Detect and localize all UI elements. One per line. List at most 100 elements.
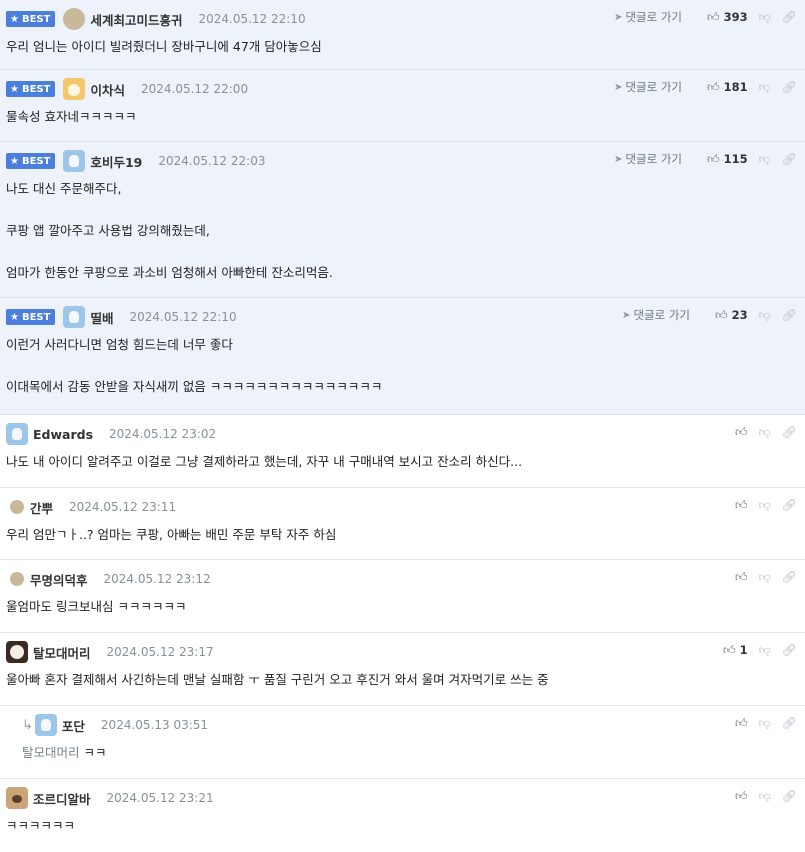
share-link-button[interactable]: 🔗︎	[782, 716, 797, 730]
timestamp: 2024.05.12 23:02	[109, 427, 217, 441]
timestamp: 2024.05.12 22:10	[198, 12, 306, 26]
goto-comment-link[interactable]: ➤ 댓글로 가기	[614, 151, 682, 167]
nickname[interactable]: Edwards	[33, 427, 93, 442]
nickname[interactable]: 탈모대머리	[33, 643, 91, 662]
thumbs-up-icon: 👍︎	[707, 151, 720, 166]
nickname[interactable]: 세계최고미드흥귀	[90, 10, 182, 29]
comment-text: ㅋㅋㅋㅋㅋㅋ	[6, 818, 76, 833]
like-button[interactable]: 👍︎	[735, 570, 748, 585]
nickname[interactable]: 조르디알바	[33, 789, 91, 808]
like-button[interactable]: 👍︎	[735, 425, 748, 440]
thumbs-up-icon: 👍︎	[707, 79, 720, 94]
avatar[interactable]	[6, 423, 28, 445]
thumbs-up-icon: 👍︎	[735, 497, 748, 512]
nickname[interactable]: 호비두19	[90, 152, 142, 171]
comment-item: ★ BEST 띨배 2024.05.12 22:10 ➤ 댓글로 가기 👍︎ 23 👎…	[0, 298, 805, 415]
location-arrow-icon: ➤	[614, 81, 623, 93]
link-icon: 🔗︎	[781, 789, 797, 803]
nickname[interactable]: 무명의덕후	[30, 570, 88, 589]
comment-text: 물속성 효자네ㅋㅋㅋㅋㅋ	[6, 109, 137, 124]
like-button[interactable]: 👍︎ 181	[707, 80, 748, 95]
comment-text: 우리 엄만ㄱㅏ..? 엄마는 쿠팡, 아빠는 배민 주문 부탁 자주 하심	[6, 527, 337, 542]
like-button[interactable]: 👍︎ 393	[707, 10, 748, 25]
thumbs-down-icon: 👎︎	[758, 151, 771, 166]
goto-comment-link[interactable]: ➤ 댓글로 가기	[622, 307, 690, 323]
goto-comment-link[interactable]: ➤ 댓글로 가기	[614, 79, 682, 95]
best-badge: ★ BEST	[6, 309, 56, 325]
dislike-button[interactable]: 👎︎	[759, 425, 771, 440]
comment-text: 울엄마도 링크보내심 ㅋㅋㅋㅋㅋㅋ	[6, 599, 187, 614]
share-link-button[interactable]: 🔗︎	[782, 152, 797, 166]
thumbs-up-icon: 👍︎	[723, 642, 736, 657]
share-link-button[interactable]: 🔗︎	[782, 643, 797, 657]
dislike-button[interactable]: 👎︎	[759, 716, 771, 731]
dislike-button[interactable]: 👎︎	[759, 643, 771, 658]
nickname[interactable]: 포단	[62, 716, 85, 735]
like-button[interactable]: 👍︎	[735, 716, 748, 731]
best-badge: ★ BEST	[6, 81, 56, 97]
dislike-button[interactable]: 👎︎	[759, 10, 771, 25]
thumbs-up-icon: 👍︎	[707, 9, 720, 24]
avatar[interactable]	[6, 787, 28, 809]
share-link-button[interactable]: 🔗︎	[782, 498, 797, 512]
avatar[interactable]	[10, 572, 24, 586]
like-button[interactable]: 👍︎ 23	[715, 308, 748, 323]
share-link-button[interactable]: 🔗︎	[782, 308, 797, 322]
avatar[interactable]	[63, 306, 86, 328]
avatar[interactable]	[34, 714, 57, 736]
nickname[interactable]: 이차식	[90, 80, 125, 99]
avatar[interactable]	[63, 8, 86, 30]
share-link-button[interactable]: 🔗︎	[782, 80, 797, 94]
reply-arrow-icon: ↳	[22, 717, 33, 733]
thumbs-down-icon: 👎︎	[758, 715, 771, 730]
comment-item: 무명의덕후 2024.05.12 23:12 👍︎ 👎︎ 🔗︎ 울엄마도 링크보…	[0, 560, 805, 633]
like-button[interactable]: 👍︎	[735, 498, 748, 513]
nickname[interactable]: 간뿌	[30, 498, 53, 517]
share-link-button[interactable]: 🔗︎	[782, 425, 797, 439]
share-link-button[interactable]: 🔗︎	[782, 789, 797, 803]
timestamp: 2024.05.12 23:21	[106, 791, 214, 805]
avatar[interactable]	[6, 641, 28, 663]
comment-text: 이런거 사러다니면 엄청 힘드는데 너무 좋다 이대목에서 감동 안받을 자식새…	[6, 337, 383, 394]
thumbs-down-icon: 👎︎	[758, 569, 771, 584]
dislike-button[interactable]: 👎︎	[759, 308, 771, 323]
timestamp: 2024.05.12 23:12	[103, 572, 211, 586]
nickname[interactable]: 띨배	[90, 308, 113, 327]
timestamp: 2024.05.13 03:51	[100, 718, 209, 732]
thumbs-up-icon: 👍︎	[735, 788, 748, 803]
avatar[interactable]	[63, 78, 86, 100]
thumbs-down-icon: 👎︎	[758, 788, 771, 803]
dislike-button[interactable]: 👎︎	[759, 152, 771, 167]
avatar[interactable]	[10, 500, 24, 514]
thumbs-up-icon: 👍︎	[715, 307, 728, 322]
timestamp: 2024.05.12 22:10	[129, 310, 237, 324]
dislike-button[interactable]: 👎︎	[759, 80, 771, 95]
thumbs-down-icon: 👎︎	[758, 424, 771, 439]
star-icon: ★	[10, 155, 19, 167]
like-button[interactable]: 👍︎ 1	[723, 643, 748, 658]
star-icon: ★	[10, 83, 19, 95]
timestamp: 2024.05.12 22:03	[158, 154, 266, 168]
comment-item: ★ BEST 세계최고미드흥귀 2024.05.12 22:10 ➤ 댓글로 가기 …	[0, 0, 805, 70]
dislike-button[interactable]: 👎︎	[759, 570, 771, 585]
share-link-button[interactable]: 🔗︎	[782, 10, 797, 24]
dislike-button[interactable]: 👎︎	[759, 498, 771, 513]
avatar[interactable]	[63, 150, 86, 172]
link-icon: 🔗︎	[781, 570, 797, 584]
star-icon: ★	[10, 311, 19, 323]
thumbs-up-icon: 👍︎	[735, 424, 748, 439]
best-badge: ★ BEST	[6, 153, 56, 169]
thumbs-up-icon: 👍︎	[735, 569, 748, 584]
share-link-button[interactable]: 🔗︎	[782, 570, 797, 584]
thumbs-down-icon: 👎︎	[758, 79, 771, 94]
like-button[interactable]: 👍︎ 115	[707, 152, 748, 167]
thumbs-down-icon: 👎︎	[758, 497, 771, 512]
star-icon: ★	[10, 13, 19, 25]
comment-item: ★ BEST 호비두19 2024.05.12 22:03 ➤ 댓글로 가기 👍︎ 1…	[0, 142, 805, 298]
best-badge: ★ BEST	[6, 11, 56, 27]
comment-text: 울아빠 혼자 결제해서 사긴하는데 맨날 실패함 ㅜ 품질 구린거 오고 후진거…	[6, 672, 549, 687]
dislike-button[interactable]: 👎︎	[759, 789, 771, 804]
like-button[interactable]: 👍︎	[735, 789, 748, 804]
goto-comment-link[interactable]: ➤ 댓글로 가기	[614, 9, 682, 25]
reply-mention[interactable]: 탈모대머리	[22, 745, 80, 760]
